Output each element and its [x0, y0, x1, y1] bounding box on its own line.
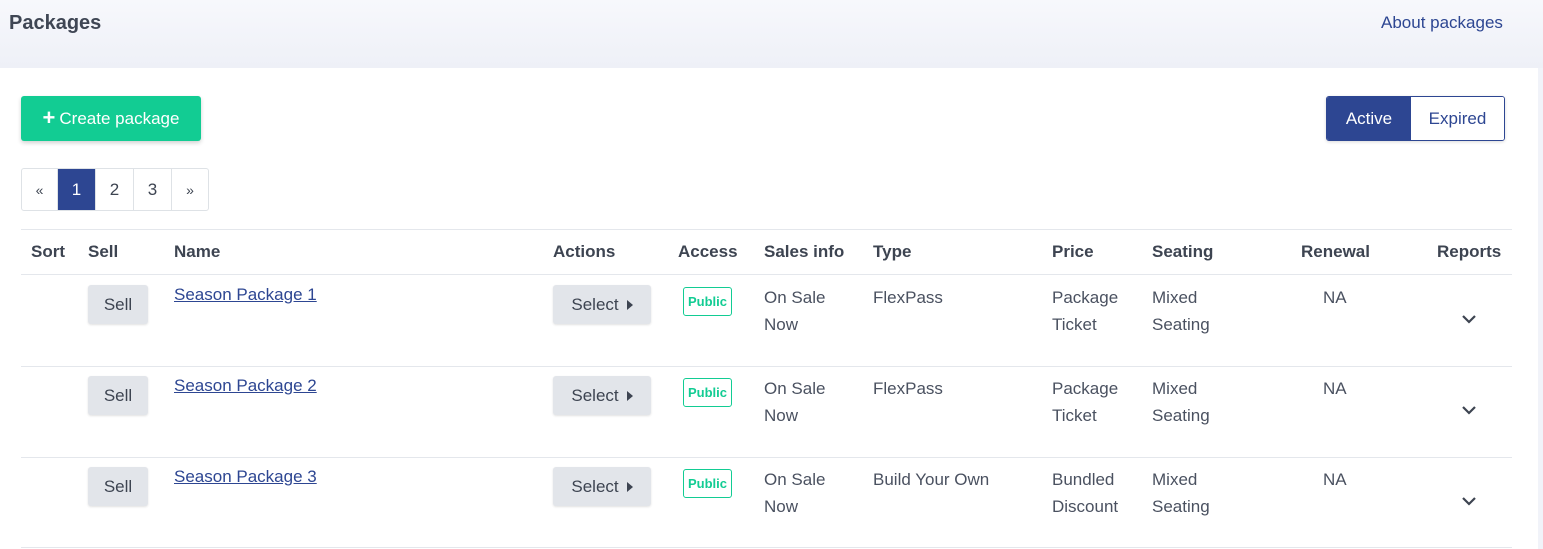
- col-header-name: Name: [174, 242, 221, 261]
- package-name-link[interactable]: Season Package 2: [174, 376, 317, 396]
- col-header-price: Price: [1052, 242, 1094, 261]
- sales-info-line-1: On Sale: [764, 379, 826, 398]
- sell-button[interactable]: Sell: [88, 376, 148, 415]
- sales-info: On Sale Now: [764, 375, 825, 429]
- sales-info-line-2: Now: [764, 315, 799, 334]
- package-renewal: NA: [1323, 288, 1347, 307]
- pagination-prev[interactable]: «: [22, 169, 58, 210]
- access-badge: Public: [683, 287, 732, 316]
- table-row: Sell Season Package 2 Select Public On S…: [0, 366, 1538, 457]
- select-action-button[interactable]: Select: [553, 285, 651, 324]
- sales-info-line-1: On Sale: [764, 288, 826, 307]
- pagination-page-3[interactable]: 3: [134, 169, 172, 210]
- chevron-down-icon[interactable]: [1461, 402, 1477, 418]
- package-name-link[interactable]: Season Package 3: [174, 467, 317, 487]
- page-title: Packages: [9, 12, 102, 34]
- packages-card: + Create package Active Expired « 1 2 3 …: [0, 68, 1538, 549]
- package-renewal: NA: [1323, 379, 1347, 398]
- plus-icon: +: [42, 104, 56, 130]
- package-price: Package Ticket: [1052, 284, 1118, 338]
- col-header-sell: Sell: [88, 242, 119, 261]
- col-header-reports: Reports: [1437, 242, 1502, 261]
- package-name-link[interactable]: Season Package 1: [174, 285, 317, 305]
- pagination: « 1 2 3 »: [21, 168, 209, 211]
- package-seating: Mixed Seating: [1152, 375, 1210, 429]
- caret-right-icon: [626, 481, 633, 492]
- select-action-button[interactable]: Select: [553, 467, 651, 506]
- seating-line-1: Mixed: [1152, 379, 1198, 398]
- package-type: FlexPass: [873, 379, 943, 398]
- seating-line-2: Seating: [1152, 315, 1210, 334]
- col-header-renewal: Renewal: [1301, 242, 1370, 261]
- seating-line-2: Seating: [1152, 406, 1210, 425]
- caret-right-icon: [626, 299, 633, 310]
- package-seating: Mixed Seating: [1152, 284, 1210, 338]
- package-price: Bundled Discount: [1052, 466, 1118, 520]
- package-price: Package Ticket: [1052, 375, 1118, 429]
- caret-right-icon: [626, 390, 633, 401]
- sales-info: On Sale Now: [764, 466, 825, 520]
- select-label: Select: [571, 294, 619, 314]
- sell-button[interactable]: Sell: [88, 467, 148, 506]
- price-line-1: Package: [1052, 379, 1119, 398]
- pagination-page-2[interactable]: 2: [96, 169, 134, 210]
- package-seating: Mixed Seating: [1152, 466, 1210, 520]
- chevron-down-icon[interactable]: [1461, 311, 1477, 327]
- package-type: FlexPass: [873, 288, 943, 307]
- sales-info: On Sale Now: [764, 284, 825, 338]
- table-bottom-divider: [21, 547, 1512, 548]
- page-header: Packages About packages: [0, 0, 1543, 68]
- chevron-down-icon[interactable]: [1461, 493, 1477, 509]
- select-action-button[interactable]: Select: [553, 376, 651, 415]
- sales-info-line-2: Now: [764, 497, 799, 516]
- seating-line-2: Seating: [1152, 497, 1210, 516]
- col-header-sort[interactable]: Sort: [31, 242, 65, 262]
- sales-info-line-2: Now: [764, 406, 799, 425]
- col-header-type: Type: [873, 242, 912, 261]
- access-badge: Public: [683, 469, 732, 498]
- col-header-access: Access: [678, 242, 738, 261]
- col-header-seating: Seating: [1152, 242, 1214, 261]
- seating-line-1: Mixed: [1152, 470, 1198, 489]
- filter-active-button[interactable]: Active: [1327, 97, 1411, 140]
- price-line-1: Package: [1052, 288, 1119, 307]
- package-renewal: NA: [1323, 470, 1347, 489]
- sell-button[interactable]: Sell: [88, 285, 148, 324]
- pagination-next[interactable]: »: [172, 169, 208, 210]
- select-label: Select: [571, 385, 619, 405]
- seating-line-1: Mixed: [1152, 288, 1198, 307]
- table-row: Sell Season Package 1 Select Public On S…: [0, 275, 1538, 366]
- col-header-actions: Actions: [553, 242, 616, 261]
- package-type: Build Your Own: [873, 470, 990, 489]
- price-line-2: Ticket: [1052, 315, 1097, 334]
- status-filter-toggle: Active Expired: [1326, 96, 1505, 141]
- table-row: Sell Season Package 3 Select Public On S…: [0, 457, 1538, 548]
- filter-expired-button[interactable]: Expired: [1411, 97, 1504, 140]
- create-package-label: Create package: [59, 108, 180, 128]
- sales-info-line-1: On Sale: [764, 470, 826, 489]
- price-line-2: Discount: [1052, 497, 1119, 516]
- price-line-1: Bundled: [1052, 470, 1115, 489]
- access-badge: Public: [683, 378, 732, 407]
- select-label: Select: [571, 476, 619, 496]
- create-package-button[interactable]: + Create package: [21, 96, 201, 141]
- price-line-2: Ticket: [1052, 406, 1097, 425]
- pagination-page-1[interactable]: 1: [58, 169, 96, 210]
- table-top-divider: [21, 229, 1512, 230]
- about-packages-link[interactable]: About packages: [1381, 13, 1503, 33]
- col-header-sales-info: Sales info: [764, 242, 845, 261]
